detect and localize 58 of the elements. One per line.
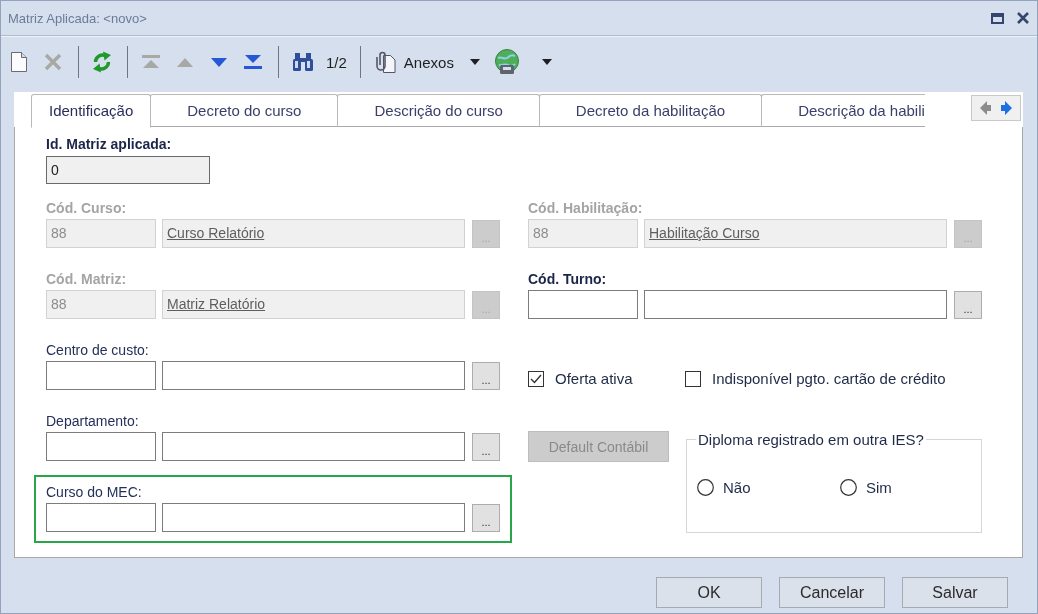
radio-label: Não bbox=[723, 479, 751, 496]
left-arrow-icon bbox=[980, 101, 991, 115]
description-field[interactable] bbox=[162, 432, 465, 461]
globe-icon bbox=[493, 49, 520, 75]
dialog-button[interactable]: Salvar bbox=[902, 577, 1008, 608]
window-title: Matriz Aplicada: <novo> bbox=[8, 10, 147, 26]
up-triangle-icon bbox=[177, 57, 193, 67]
checkbox-label: Oferta ativa bbox=[555, 370, 633, 387]
field-label: Centro de custo: bbox=[46, 342, 149, 360]
code-field[interactable] bbox=[46, 503, 156, 532]
group-title: Diploma registrado em outra IES? bbox=[697, 431, 925, 448]
scroll-tabs-right-button[interactable] bbox=[1001, 101, 1012, 115]
code-field[interactable] bbox=[528, 290, 638, 319]
tab[interactable]: Descrição da habili bbox=[761, 94, 925, 127]
dialog-button[interactable]: Cancelar bbox=[779, 577, 885, 608]
description-field[interactable] bbox=[644, 290, 947, 319]
right-arrow-icon bbox=[1001, 101, 1012, 115]
close-icon[interactable] bbox=[1017, 12, 1029, 24]
field-label: Cód. Matriz: bbox=[46, 271, 127, 289]
checkbox-label: Indisponível pgto. cartão de crédito bbox=[712, 370, 946, 387]
binoculars-icon bbox=[292, 52, 314, 72]
tab[interactable]: Decreto da habilitação bbox=[538, 94, 763, 127]
paperclip-icon bbox=[373, 51, 396, 73]
description-field[interactable] bbox=[162, 503, 465, 532]
field-label: Cód. Habilitação: bbox=[528, 200, 643, 218]
field-label: Curso do MEC: bbox=[46, 484, 142, 502]
attachments-button[interactable]: Anexos bbox=[367, 46, 486, 78]
field-label: Cód. Turno: bbox=[528, 271, 607, 289]
x-icon bbox=[44, 53, 62, 71]
tab[interactable]: Decreto do curso bbox=[150, 94, 339, 127]
radio-label: Sim bbox=[866, 479, 892, 496]
radio-button[interactable] bbox=[697, 479, 714, 496]
code-field[interactable] bbox=[46, 432, 156, 461]
field-label: Id. Matriz aplicada: bbox=[46, 136, 172, 154]
browse-button[interactable]: ... bbox=[472, 361, 500, 390]
record-counter: 1/2 bbox=[325, 53, 348, 71]
code-field[interactable] bbox=[46, 361, 156, 390]
browse-button[interactable]: ... bbox=[954, 290, 982, 319]
down-triangle-icon bbox=[211, 57, 227, 67]
field-label: Cód. Curso: bbox=[46, 200, 127, 218]
id-field[interactable]: 0 bbox=[46, 156, 210, 184]
caret-icon bbox=[541, 59, 552, 65]
tab[interactable]: Identificação bbox=[31, 94, 152, 128]
maximize-icon[interactable] bbox=[991, 12, 1004, 24]
down-triangle-bar-icon bbox=[243, 55, 263, 69]
new-document-icon bbox=[11, 52, 27, 72]
description-field[interactable] bbox=[162, 361, 465, 390]
field-label: Departamento: bbox=[46, 413, 139, 431]
checkbox[interactable] bbox=[685, 370, 701, 387]
bar-up-triangle-icon bbox=[141, 55, 161, 69]
tab[interactable]: Descrição do curso bbox=[337, 94, 540, 127]
radio-button[interactable] bbox=[840, 479, 857, 496]
dialog-button[interactable]: OK bbox=[656, 577, 762, 608]
caret-icon bbox=[469, 59, 480, 65]
refresh-icon bbox=[92, 51, 112, 73]
browse-button[interactable]: ... bbox=[472, 503, 500, 532]
browse-button[interactable]: ... bbox=[472, 432, 500, 461]
checkbox[interactable] bbox=[528, 370, 544, 387]
